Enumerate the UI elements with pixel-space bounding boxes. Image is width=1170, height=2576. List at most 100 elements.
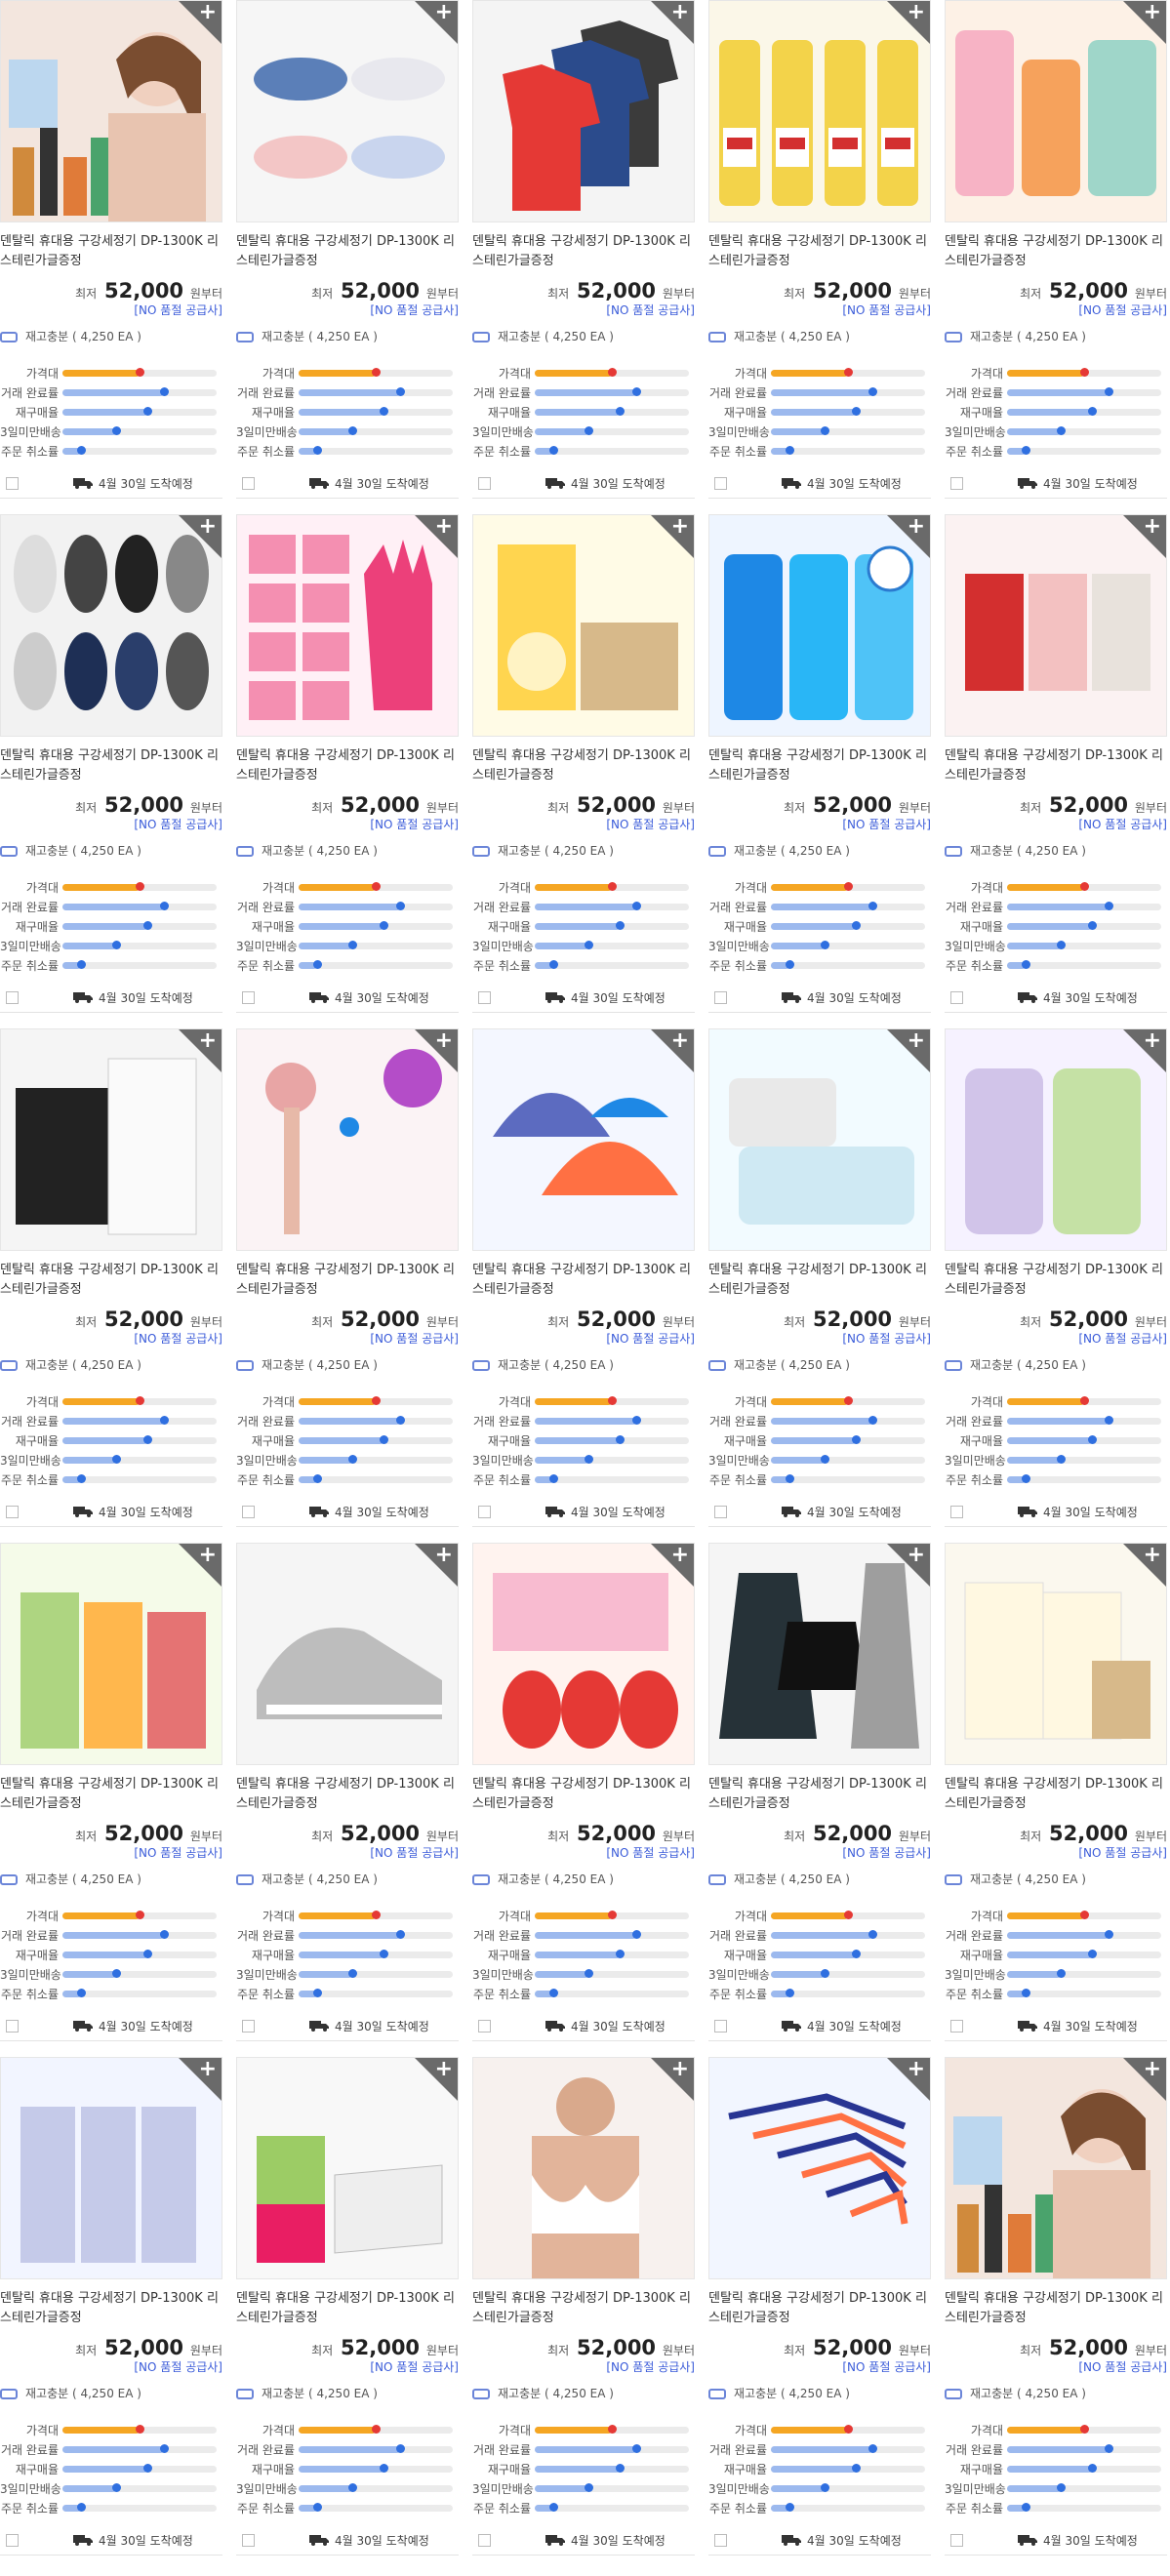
plus-icon[interactable]: + — [908, 2058, 925, 2081]
product-image[interactable]: + — [236, 514, 459, 737]
product-title[interactable]: 덴탈릭 휴대용 구강세정기 DP-1300K 리스테린가글증정 — [708, 2289, 931, 2328]
product-title[interactable]: 덴탈릭 휴대용 구강세정기 DP-1300K 리스테린가글증정 — [236, 746, 459, 785]
plus-icon[interactable]: + — [671, 1544, 689, 1567]
product-title[interactable]: 덴탈릭 휴대용 구강세정기 DP-1300K 리스테린가글증정 — [708, 1775, 931, 1814]
product-image[interactable]: + — [236, 0, 459, 222]
select-checkbox[interactable] — [6, 1505, 19, 1518]
supplier-tag[interactable]: [NO 품절 공급사] — [0, 2359, 222, 2375]
product-image[interactable]: + — [945, 1028, 1167, 1251]
supplier-tag[interactable]: [NO 품절 공급사] — [945, 817, 1167, 832]
supplier-tag[interactable]: [NO 품절 공급사] — [0, 302, 222, 318]
select-checkbox[interactable] — [714, 476, 727, 490]
supplier-tag[interactable]: [NO 품절 공급사] — [0, 1845, 222, 1861]
select-checkbox[interactable] — [242, 476, 255, 490]
product-card[interactable]: + 덴탈릭 휴대용 구강세정기 DP-1300K 리스테린가글증정 최저 52,… — [236, 2057, 459, 2556]
product-title[interactable]: 덴탈릭 휴대용 구강세정기 DP-1300K 리스테린가글증정 — [708, 746, 931, 785]
product-title[interactable]: 덴탈릭 휴대용 구강세정기 DP-1300K 리스테린가글증정 — [236, 1261, 459, 1300]
product-image[interactable]: + — [708, 1028, 931, 1251]
product-card[interactable]: + 덴탈릭 휴대용 구강세정기 DP-1300K 리스테린가글증정 최저 52,… — [472, 1028, 695, 1527]
plus-icon[interactable]: + — [908, 515, 925, 539]
plus-icon[interactable]: + — [435, 1029, 453, 1053]
select-checkbox[interactable] — [714, 1505, 727, 1518]
product-card[interactable]: + 덴탈릭 휴대용 구강세정기 DP-1300K 리스테린가글증정 최저 52,… — [945, 0, 1167, 499]
product-image[interactable]: + — [0, 0, 222, 222]
supplier-tag[interactable]: [NO 품절 공급사] — [945, 1331, 1167, 1347]
plus-icon[interactable]: + — [671, 1, 689, 24]
product-title[interactable]: 덴탈릭 휴대용 구강세정기 DP-1300K 리스테린가글증정 — [945, 232, 1167, 271]
plus-icon[interactable]: + — [435, 1, 453, 24]
select-checkbox[interactable] — [478, 990, 491, 1004]
product-card[interactable]: + 덴탈릭 휴대용 구강세정기 DP-1300K 리스테린가글증정 최저 52,… — [472, 514, 695, 1013]
supplier-tag[interactable]: [NO 품절 공급사] — [236, 302, 459, 318]
select-checkbox[interactable] — [478, 2019, 491, 2033]
select-checkbox[interactable] — [478, 2533, 491, 2547]
product-image[interactable]: + — [708, 0, 931, 222]
plus-icon[interactable]: + — [199, 1544, 217, 1567]
product-card[interactable]: + 덴탈릭 휴대용 구강세정기 DP-1300K 리스테린가글증정 최저 52,… — [945, 1543, 1167, 2041]
select-checkbox[interactable] — [242, 2533, 255, 2547]
product-image[interactable]: + — [945, 2057, 1167, 2279]
product-title[interactable]: 덴탈릭 휴대용 구강세정기 DP-1300K 리스테린가글증정 — [945, 1261, 1167, 1300]
plus-icon[interactable]: + — [908, 1029, 925, 1053]
plus-icon[interactable]: + — [199, 1, 217, 24]
select-checkbox[interactable] — [950, 476, 963, 490]
select-checkbox[interactable] — [714, 2533, 727, 2547]
product-card[interactable]: + 덴탈릭 휴대용 구강세정기 DP-1300K 리스테린가글증정 최저 52,… — [708, 1543, 931, 2041]
product-card[interactable]: + 덴탈릭 휴대용 구강세정기 DP-1300K 리스테린가글증정 최저 52,… — [236, 514, 459, 1013]
select-checkbox[interactable] — [478, 476, 491, 490]
supplier-tag[interactable]: [NO 품절 공급사] — [472, 302, 695, 318]
plus-icon[interactable]: + — [435, 1544, 453, 1567]
select-checkbox[interactable] — [950, 1505, 963, 1518]
plus-icon[interactable]: + — [1144, 1, 1161, 24]
product-title[interactable]: 덴탈릭 휴대용 구강세정기 DP-1300K 리스테린가글증정 — [0, 232, 222, 271]
supplier-tag[interactable]: [NO 품절 공급사] — [0, 1331, 222, 1347]
product-card[interactable]: + 덴탈릭 휴대용 구강세정기 DP-1300K 리스테린가글증정 최저 52,… — [708, 0, 931, 499]
supplier-tag[interactable]: [NO 품절 공급사] — [236, 1331, 459, 1347]
product-title[interactable]: 덴탈릭 휴대용 구강세정기 DP-1300K 리스테린가글증정 — [708, 1261, 931, 1300]
supplier-tag[interactable]: [NO 품절 공급사] — [472, 817, 695, 832]
product-image[interactable]: + — [708, 2057, 931, 2279]
product-image[interactable]: + — [0, 2057, 222, 2279]
plus-icon[interactable]: + — [908, 1, 925, 24]
supplier-tag[interactable]: [NO 품절 공급사] — [708, 2359, 931, 2375]
product-title[interactable]: 덴탈릭 휴대용 구강세정기 DP-1300K 리스테린가글증정 — [0, 1261, 222, 1300]
product-title[interactable]: 덴탈릭 휴대용 구강세정기 DP-1300K 리스테린가글증정 — [0, 1775, 222, 1814]
supplier-tag[interactable]: [NO 품절 공급사] — [0, 817, 222, 832]
product-title[interactable]: 덴탈릭 휴대용 구강세정기 DP-1300K 리스테린가글증정 — [236, 1775, 459, 1814]
product-card[interactable]: + 덴탈릭 휴대용 구강세정기 DP-1300K 리스테린가글증정 최저 52,… — [945, 1028, 1167, 1527]
product-image[interactable]: + — [708, 514, 931, 737]
select-checkbox[interactable] — [950, 2019, 963, 2033]
select-checkbox[interactable] — [242, 990, 255, 1004]
supplier-tag[interactable]: [NO 품절 공급사] — [945, 302, 1167, 318]
product-card[interactable]: + 덴탈릭 휴대용 구강세정기 DP-1300K 리스테린가글증정 최저 52,… — [236, 1543, 459, 2041]
product-card[interactable]: + 덴탈릭 휴대용 구강세정기 DP-1300K 리스테린가글증정 최저 52,… — [472, 2057, 695, 2556]
product-card[interactable]: + 덴탈릭 휴대용 구강세정기 DP-1300K 리스테린가글증정 최저 52,… — [472, 1543, 695, 2041]
product-card[interactable]: + 덴탈릭 휴대용 구강세정기 DP-1300K 리스테린가글증정 최저 52,… — [236, 1028, 459, 1527]
product-card[interactable]: + 덴탈릭 휴대용 구강세정기 DP-1300K 리스테린가글증정 최저 52,… — [0, 0, 222, 499]
product-card[interactable]: + 덴탈릭 휴대용 구강세정기 DP-1300K 리스테린가글증정 최저 52,… — [0, 2057, 222, 2556]
select-checkbox[interactable] — [6, 2533, 19, 2547]
product-title[interactable]: 덴탈릭 휴대용 구강세정기 DP-1300K 리스테린가글증정 — [472, 2289, 695, 2328]
plus-icon[interactable]: + — [199, 515, 217, 539]
supplier-tag[interactable]: [NO 품절 공급사] — [945, 2359, 1167, 2375]
supplier-tag[interactable]: [NO 품절 공급사] — [236, 1845, 459, 1861]
plus-icon[interactable]: + — [671, 1029, 689, 1053]
supplier-tag[interactable]: [NO 품절 공급사] — [708, 817, 931, 832]
supplier-tag[interactable]: [NO 품절 공급사] — [472, 1331, 695, 1347]
product-title[interactable]: 덴탈릭 휴대용 구강세정기 DP-1300K 리스테린가글증정 — [472, 1775, 695, 1814]
product-title[interactable]: 덴탈릭 휴대용 구강세정기 DP-1300K 리스테린가글증정 — [472, 746, 695, 785]
supplier-tag[interactable]: [NO 품절 공급사] — [236, 2359, 459, 2375]
product-title[interactable]: 덴탈릭 휴대용 구강세정기 DP-1300K 리스테린가글증정 — [945, 746, 1167, 785]
supplier-tag[interactable]: [NO 품절 공급사] — [708, 1331, 931, 1347]
plus-icon[interactable]: + — [435, 515, 453, 539]
select-checkbox[interactable] — [6, 476, 19, 490]
product-image[interactable]: + — [945, 514, 1167, 737]
select-checkbox[interactable] — [478, 1505, 491, 1518]
plus-icon[interactable]: + — [908, 1544, 925, 1567]
select-checkbox[interactable] — [6, 990, 19, 1004]
select-checkbox[interactable] — [6, 2019, 19, 2033]
plus-icon[interactable]: + — [435, 2058, 453, 2081]
product-title[interactable]: 덴탈릭 휴대용 구강세정기 DP-1300K 리스테린가글증정 — [0, 2289, 222, 2328]
product-image[interactable]: + — [945, 1543, 1167, 1765]
select-checkbox[interactable] — [242, 2019, 255, 2033]
